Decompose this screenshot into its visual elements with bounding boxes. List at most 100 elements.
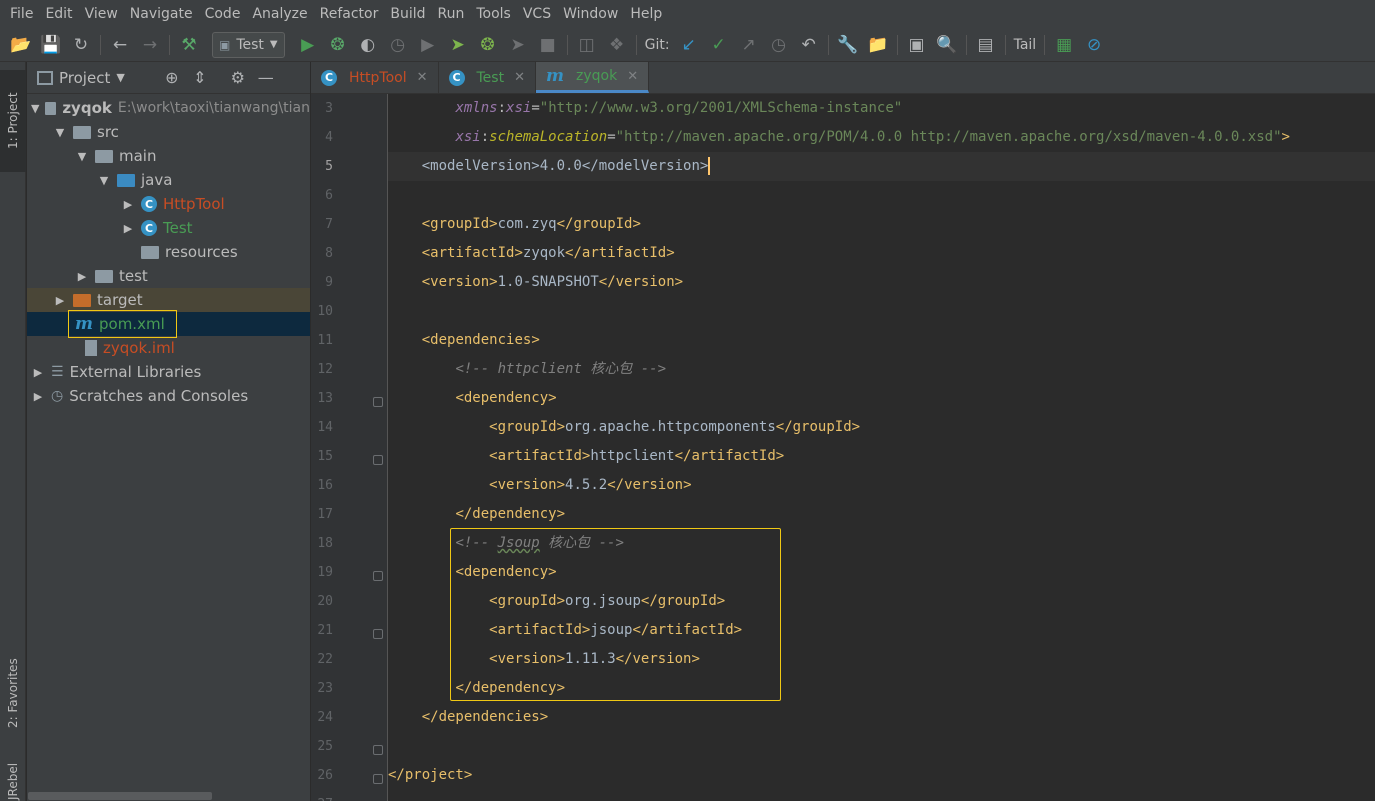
tab-httptool[interactable]: C HttpTool ✕ bbox=[311, 62, 439, 93]
tree-node-test[interactable]: ▶ test bbox=[27, 264, 310, 288]
fold-marker-icon[interactable] bbox=[373, 455, 383, 465]
menu-refactor[interactable]: Refactor bbox=[314, 0, 385, 28]
debug-jrebel-icon[interactable]: ❂ bbox=[473, 31, 503, 59]
collapse-arrow-icon[interactable]: ▶ bbox=[31, 366, 45, 379]
code-editor[interactable]: xmlns:xsi="http://www.w3.org/2001/XMLSch… bbox=[388, 94, 1375, 801]
search-icon[interactable]: 🔍 bbox=[932, 31, 962, 59]
project-structure-icon[interactable]: 📁 bbox=[863, 31, 893, 59]
tree-node-resources[interactable]: resources bbox=[27, 240, 310, 264]
menu-build[interactable]: Build bbox=[384, 0, 431, 28]
no-entry-icon[interactable]: ⊘ bbox=[1079, 31, 1109, 59]
rollback-icon[interactable]: ↶ bbox=[794, 31, 824, 59]
chevron-down-icon[interactable]: ▼ bbox=[116, 71, 124, 84]
collapse-arrow-icon[interactable]: ▶ bbox=[53, 294, 67, 307]
menu-tools[interactable]: Tools bbox=[470, 0, 517, 28]
fold-marker-icon[interactable] bbox=[373, 774, 383, 784]
save-icon[interactable]: 💾 bbox=[36, 31, 66, 59]
menu-window[interactable]: Window bbox=[557, 0, 624, 28]
fold-marker-icon[interactable] bbox=[373, 629, 383, 639]
expand-arrow-icon[interactable]: ▼ bbox=[53, 126, 67, 139]
code-line-current: <modelVersion>4.0.0</modelVersion> bbox=[388, 152, 1375, 181]
project-horizontal-scrollbar[interactable] bbox=[28, 792, 212, 800]
locate-target-icon[interactable]: ⊕ bbox=[161, 68, 183, 87]
resources-folder-icon bbox=[141, 245, 159, 259]
expand-arrow-icon[interactable]: ▼ bbox=[75, 150, 89, 163]
project-tool-tab[interactable]: 1: Project bbox=[0, 70, 26, 172]
tree-path-zyqok: E:\work\taoxi\tianwang\tian bbox=[117, 100, 310, 116]
tab-zyqok[interactable]: m zyqok ✕ bbox=[535, 62, 650, 93]
close-icon[interactable]: ✕ bbox=[627, 69, 638, 84]
presentation-icon[interactable]: ▣ bbox=[902, 31, 932, 59]
settings-wrench-icon[interactable]: 🔧 bbox=[833, 31, 863, 59]
fold-marker-icon[interactable] bbox=[373, 745, 383, 755]
menu-help[interactable]: Help bbox=[624, 0, 668, 28]
code-line: <!-- httpclient 核心包 --> bbox=[455, 361, 667, 377]
collapse-arrow-icon[interactable]: ▶ bbox=[75, 270, 89, 283]
git-history-icon[interactable]: ◷ bbox=[764, 31, 794, 59]
stop-icon[interactable]: ■ bbox=[533, 31, 563, 59]
menu-edit[interactable]: Edit bbox=[39, 0, 78, 28]
expand-arrow-icon[interactable]: ▼ bbox=[97, 174, 111, 187]
build-hammer-icon[interactable]: ⚒ bbox=[174, 31, 204, 59]
tree-node-scratches[interactable]: ▶ ◷ Scratches and Consoles bbox=[27, 384, 310, 408]
open-folder-icon[interactable]: 📂 bbox=[6, 31, 36, 59]
jrebel-tool-tab-label: JRebel bbox=[6, 762, 20, 801]
tail-label[interactable]: Tail bbox=[1010, 37, 1041, 53]
jrebel-deploy-icon[interactable]: ➤ bbox=[503, 31, 533, 59]
attach-icon[interactable]: ◫ bbox=[572, 31, 602, 59]
line-number: 22 bbox=[317, 652, 333, 667]
tail-icon[interactable]: ▦ bbox=[1049, 31, 1079, 59]
close-icon[interactable]: ✕ bbox=[514, 70, 525, 85]
profile-icon[interactable]: ◷ bbox=[383, 31, 413, 59]
expand-arrow-icon[interactable]: ▼ bbox=[31, 102, 39, 115]
fold-marker-icon[interactable] bbox=[373, 397, 383, 407]
run-dropdown-icon[interactable]: ▶ bbox=[413, 31, 443, 59]
jrebel-tool-tab[interactable]: JRebel bbox=[0, 762, 26, 801]
menu-file[interactable]: File bbox=[4, 0, 39, 28]
tree-node-test-class[interactable]: ▶ C Test bbox=[27, 216, 310, 240]
tab-test[interactable]: C Test ✕ bbox=[439, 62, 536, 93]
favorites-tool-tab[interactable]: 2: Favorites bbox=[0, 642, 26, 744]
menu-view[interactable]: View bbox=[79, 0, 124, 28]
menu-run[interactable]: Run bbox=[432, 0, 471, 28]
forward-arrow-icon[interactable]: → bbox=[135, 31, 165, 59]
git-update-icon[interactable]: ↙ bbox=[674, 31, 704, 59]
run-jrebel-icon[interactable]: ➤ bbox=[443, 31, 473, 59]
collapse-arrow-icon[interactable]: ▶ bbox=[31, 390, 45, 403]
gear-icon[interactable]: ⚙ bbox=[227, 68, 249, 87]
line-number: 21 bbox=[317, 623, 333, 638]
run-config-dropdown[interactable]: ▣ Test ▼ bbox=[212, 31, 285, 58]
tree-node-main[interactable]: ▼ main bbox=[27, 144, 310, 168]
code-line: <version>4.5.2</version> bbox=[489, 477, 692, 493]
git-commit-icon[interactable]: ✓ bbox=[704, 31, 734, 59]
tree-node-pom[interactable]: m pom.xml bbox=[27, 312, 310, 336]
tree-node-iml[interactable]: zyqok.iml bbox=[27, 336, 310, 360]
tree-node-zyqok[interactable]: ▼ zyqok E:\work\taoxi\tianwang\tian bbox=[27, 96, 310, 120]
tree-node-java[interactable]: ▼ java bbox=[27, 168, 310, 192]
code-line: <version>1.11.3</version> bbox=[489, 651, 700, 667]
menu-analyze[interactable]: Analyze bbox=[246, 0, 313, 28]
tree-node-target[interactable]: ▶ target bbox=[27, 288, 310, 312]
menu-code[interactable]: Code bbox=[199, 0, 247, 28]
tree-node-httptool[interactable]: ▶ C HttpTool bbox=[27, 192, 310, 216]
task-icon[interactable]: ▤ bbox=[971, 31, 1001, 59]
packages-icon[interactable]: ❖ bbox=[602, 31, 632, 59]
fold-marker-icon[interactable] bbox=[373, 571, 383, 581]
menu-navigate[interactable]: Navigate bbox=[124, 0, 199, 28]
tree-node-external-libraries[interactable]: ▶ ☰ External Libraries bbox=[27, 360, 310, 384]
coverage-icon[interactable]: ◐ bbox=[353, 31, 383, 59]
tree-node-src[interactable]: ▼ src bbox=[27, 120, 310, 144]
git-push-icon[interactable]: ↗ bbox=[734, 31, 764, 59]
collapse-arrow-icon[interactable]: ▶ bbox=[121, 198, 135, 211]
collapse-all-icon[interactable]: ⇕ bbox=[189, 68, 211, 87]
close-icon[interactable]: ✕ bbox=[417, 70, 428, 85]
project-panel-title[interactable]: Project bbox=[59, 69, 110, 87]
collapse-arrow-icon[interactable]: ▶ bbox=[121, 222, 135, 235]
debug-bug-icon[interactable]: ❂ bbox=[323, 31, 353, 59]
sync-icon[interactable]: ↻ bbox=[66, 31, 96, 59]
run-icon[interactable]: ▶ bbox=[293, 31, 323, 59]
menu-vcs[interactable]: VCS bbox=[517, 0, 557, 28]
hide-panel-icon[interactable]: — bbox=[255, 68, 277, 87]
back-arrow-icon[interactable]: ← bbox=[105, 31, 135, 59]
